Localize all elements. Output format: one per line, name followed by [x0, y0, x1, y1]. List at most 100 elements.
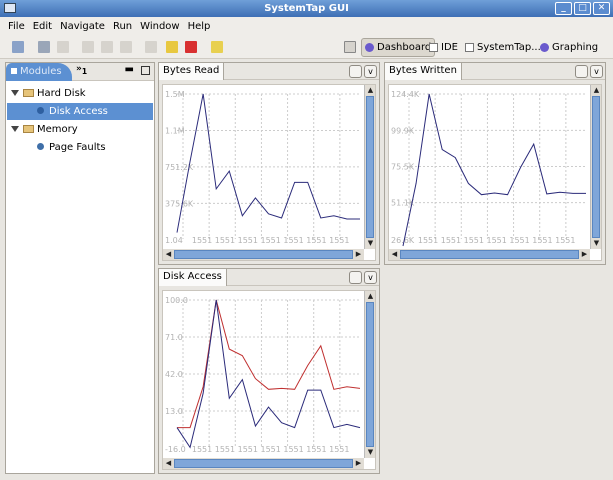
y-tick-label: 1.5M — [165, 90, 185, 99]
expand-icon[interactable] — [11, 126, 19, 132]
y-tick-label: 42.0 — [165, 370, 183, 379]
tab-disk-access[interactable]: Disk Access — [159, 269, 227, 286]
stop-icon[interactable] — [185, 41, 197, 53]
copy-icon[interactable] — [101, 41, 113, 53]
y-tick-label: 1.1M — [165, 127, 185, 136]
scroll-left-icon[interactable]: ◀ — [389, 249, 400, 260]
chart-area: ▲ ▼ ◀ ▶ 124.4K 99.9K 75.5K 51.1K 26.6K 1551 1551 15… — [388, 84, 602, 261]
close-button[interactable]: ✕ — [593, 2, 610, 15]
graphing-icon — [540, 43, 549, 52]
tree-item-disk-access[interactable]: Disk Access — [7, 103, 153, 120]
vertical-scrollbar[interactable]: ▲ ▼ — [364, 291, 375, 458]
modules-icon — [11, 68, 17, 74]
chevron-down-icon[interactable]: v — [590, 65, 603, 78]
x-tick-label: 1551 — [329, 445, 349, 454]
x-tick-label: 1551 — [238, 236, 258, 245]
y-tick-label: 71.0 — [165, 333, 183, 342]
y-tick-label: 75.5K — [391, 163, 415, 172]
y-bottom-label: 26.6K — [391, 236, 415, 245]
save-icon[interactable] — [38, 41, 50, 53]
scroll-left-icon[interactable]: ◀ — [163, 249, 174, 260]
view-menu-button[interactable] — [349, 65, 362, 78]
perspective-dashboard[interactable]: Dashboard — [361, 38, 436, 57]
chevron-down-icon[interactable]: v — [364, 65, 377, 78]
x-tick-label: 1551 — [441, 236, 461, 245]
scroll-thumb[interactable] — [366, 302, 374, 447]
y-bottom-label: -16.0 — [165, 445, 186, 454]
scroll-right-icon[interactable]: ▶ — [579, 249, 590, 260]
scroll-thumb[interactable] — [366, 96, 374, 238]
paste-icon[interactable] — [120, 41, 132, 53]
perspective-ide[interactable]: IDE — [426, 38, 461, 57]
folder-icon — [23, 89, 34, 97]
scroll-thumb[interactable] — [174, 250, 353, 259]
perspective-systemtap[interactable]: SystemTap... — [462, 38, 544, 57]
folder-icon — [23, 125, 34, 133]
overflow-tabs-button[interactable]: »1 — [76, 64, 87, 76]
x-tick-label: 1551 — [306, 445, 326, 454]
menu-window[interactable]: Window — [136, 17, 183, 36]
scroll-thumb[interactable] — [174, 459, 353, 468]
chart-area: ▲ ▼ ◀ ▶ 1.5M 1.1M 751.2K 375.6K 1.04 1551 1551 1551… — [162, 84, 376, 261]
x-tick-label: 1551 — [464, 236, 484, 245]
menu-edit[interactable]: Edit — [29, 17, 56, 36]
maximize-button[interactable]: □ — [574, 2, 591, 15]
horizontal-scrollbar[interactable]: ◀ ▶ — [389, 249, 590, 260]
scroll-down-icon[interactable]: ▼ — [365, 447, 376, 458]
scroll-up-icon[interactable]: ▲ — [591, 85, 602, 96]
horizontal-scrollbar[interactable]: ◀ ▶ — [163, 249, 364, 260]
window-title: SystemTap GUI — [264, 3, 349, 14]
chart-area: ▲ ▼ ◀ ▶ 100.0 71.0 42.0 13.0 -16.0 1551 1551 1551 15… — [162, 290, 376, 470]
print-icon[interactable] — [57, 41, 69, 53]
x-tick-label: 1551 — [238, 445, 258, 454]
vertical-scrollbar[interactable]: ▲ ▼ — [590, 85, 601, 249]
open-perspective-icon[interactable] — [344, 41, 356, 53]
perspective-label: Graphing — [552, 42, 599, 53]
scroll-down-icon[interactable]: ▼ — [591, 238, 602, 249]
menu-help[interactable]: Help — [184, 17, 215, 36]
scroll-thumb[interactable] — [592, 96, 600, 238]
scroll-thumb[interactable] — [400, 250, 579, 259]
maximize-view-button[interactable] — [141, 66, 150, 75]
scroll-up-icon[interactable]: ▲ — [365, 85, 376, 96]
modules-panel: Modules »1 ▬ Hard Disk Disk Access Memor… — [5, 62, 155, 474]
view-menu-button[interactable] — [575, 65, 588, 78]
vertical-scrollbar[interactable]: ▲ ▼ — [364, 85, 375, 249]
scroll-right-icon[interactable]: ▶ — [353, 458, 364, 469]
import-icon[interactable] — [12, 41, 24, 53]
menu-navigate[interactable]: Navigate — [56, 17, 109, 36]
x-tick-label: 1551 — [192, 236, 212, 245]
scroll-right-icon[interactable]: ▶ — [353, 249, 364, 260]
tab-bytes-written[interactable]: Bytes Written — [385, 63, 462, 80]
horizontal-scrollbar[interactable]: ◀ ▶ — [163, 458, 364, 469]
tab-modules[interactable]: Modules — [6, 63, 72, 81]
app-icon — [4, 3, 16, 13]
back-icon[interactable] — [211, 41, 223, 53]
bytes-read-chart: 1.5M1.1M751.2K375.6K1.04 1551 1551 1551 1551… — [165, 90, 360, 245]
chevron-down-icon[interactable]: v — [364, 271, 377, 284]
x-tick-label: 1551 — [329, 236, 349, 245]
minimize-button[interactable]: _ — [555, 2, 572, 15]
perspective-label: SystemTap... — [477, 42, 541, 53]
pause-icon[interactable] — [166, 41, 178, 53]
scroll-left-icon[interactable]: ◀ — [163, 458, 174, 469]
scroll-down-icon[interactable]: ▼ — [365, 238, 376, 249]
tab-bytes-read[interactable]: Bytes Read — [159, 63, 225, 80]
tree-item-hard-disk[interactable]: Hard Disk — [7, 85, 153, 102]
expand-icon[interactable] — [11, 90, 19, 96]
view-menu-button[interactable] — [349, 271, 362, 284]
minimize-view-button[interactable]: ▬ — [125, 64, 134, 75]
menu-run[interactable]: Run — [109, 17, 136, 36]
y-tick-label: 100.0 — [165, 296, 188, 305]
disk-access-chart: 100.071.042.013.0-16.0 1551 1551 1551 1551 15… — [165, 296, 361, 454]
cut-icon[interactable] — [82, 41, 94, 53]
tree-item-memory[interactable]: Memory — [7, 121, 153, 138]
scroll-up-icon[interactable]: ▲ — [365, 291, 376, 302]
perspective-graphing[interactable]: Graphing — [537, 38, 601, 57]
perspective-label: IDE — [441, 42, 458, 53]
x-tick-label: 1551 — [261, 236, 281, 245]
tree-item-page-faults[interactable]: Page Faults — [7, 139, 153, 156]
run-icon[interactable] — [145, 41, 157, 53]
menu-file[interactable]: File — [4, 17, 29, 36]
bytes-written-panel: Bytes Written v ▲ ▼ ◀ ▶ 124.4K 99.9K 75.5K 51.1… — [384, 62, 606, 265]
